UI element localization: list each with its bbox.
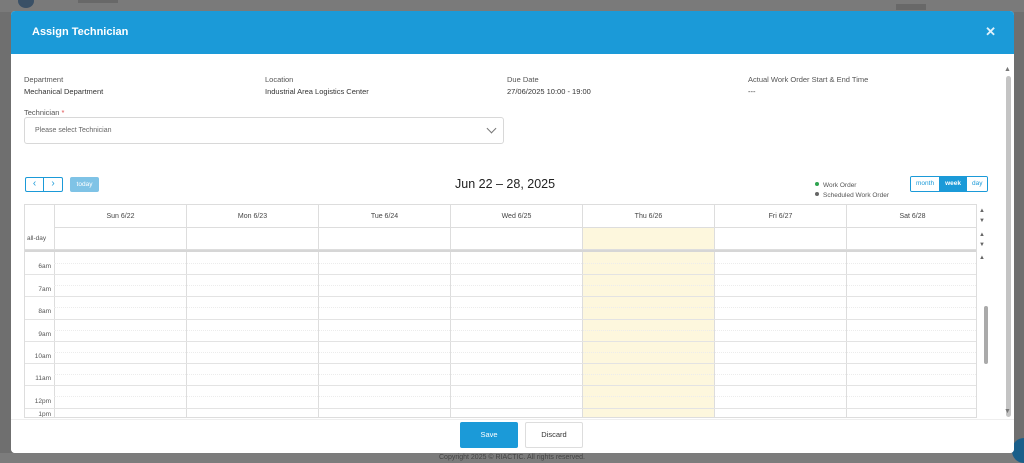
hour-label: 7am bbox=[38, 286, 51, 293]
info-label: Due Date bbox=[507, 75, 539, 84]
half-hour-line bbox=[54, 285, 976, 286]
modal-header: Assign Technician ✕ bbox=[11, 11, 1014, 54]
half-hour-line bbox=[54, 396, 976, 397]
half-hour-line bbox=[54, 330, 976, 331]
hour-label: 9am bbox=[38, 331, 51, 338]
chevron-left-icon[interactable]: ‹ bbox=[25, 177, 44, 192]
hour-line bbox=[25, 274, 976, 275]
all-day-divider bbox=[25, 250, 976, 252]
legend-label: Scheduled Work Order bbox=[823, 192, 889, 199]
background-logo bbox=[18, 0, 138, 10]
info-value: --- bbox=[748, 87, 756, 96]
scroll-down-icon[interactable]: ▼ bbox=[1004, 408, 1011, 415]
legend-item-work-order: Work Order bbox=[815, 181, 889, 191]
half-hour-line bbox=[54, 352, 976, 353]
week-calendar: Sun 6/22 Mon 6/23 Tue 6/24 Wed 6/25 Thu … bbox=[24, 204, 977, 418]
info-value: 27/06/2025 10:00 - 19:00 bbox=[507, 87, 591, 96]
legend-dot-icon bbox=[815, 182, 819, 187]
half-hour-line bbox=[54, 307, 976, 308]
info-actual-time: Actual Work Order Start & End Time --- bbox=[748, 75, 868, 96]
info-value: Mechanical Department bbox=[24, 87, 104, 96]
modal-title: Assign Technician bbox=[32, 26, 129, 38]
info-label: Location bbox=[265, 75, 294, 84]
technician-placeholder: Please select Technician bbox=[35, 127, 112, 134]
info-value: Industrial Area Logistics Center bbox=[265, 87, 369, 96]
view-day-button[interactable]: day bbox=[965, 177, 988, 191]
technician-label: Technician * bbox=[24, 108, 64, 117]
info-due-date: Due Date 27/06/2025 10:00 - 19:00 bbox=[507, 75, 591, 96]
hour-line bbox=[25, 319, 976, 320]
discard-button[interactable]: Discard bbox=[525, 422, 583, 448]
scroll-up-icon[interactable]: ▲ bbox=[1004, 66, 1011, 73]
required-mark: * bbox=[61, 108, 65, 117]
view-switcher: month week day bbox=[910, 176, 989, 192]
day-header: Mon 6/23 bbox=[187, 205, 318, 228]
info-department: Department Mechanical Department bbox=[24, 75, 103, 96]
hour-label: 8am bbox=[38, 308, 51, 315]
legend-dot-icon bbox=[815, 192, 819, 197]
hour-label: 1pm bbox=[38, 411, 51, 418]
hour-label: 12pm bbox=[34, 398, 51, 405]
all-day-row bbox=[25, 228, 976, 250]
day-header: Tue 6/24 bbox=[319, 205, 450, 228]
assign-technician-modal: Assign Technician ✕ Department Mechanica… bbox=[11, 11, 1014, 453]
background-footer: Copyright 2025 © RIACTIC. All rights res… bbox=[0, 453, 1024, 463]
today-button[interactable]: today bbox=[70, 177, 99, 192]
day-header: Sat 6/28 bbox=[847, 205, 976, 228]
hour-line bbox=[25, 408, 976, 409]
technician-select[interactable]: Please select Technician bbox=[24, 117, 504, 144]
day-header: Wed 6/25 bbox=[451, 205, 582, 228]
technician-label-text: Technician bbox=[24, 108, 60, 117]
header-scroll-arrows[interactable]: ▲ ▼ bbox=[979, 206, 985, 226]
day-header: Fri 6/27 bbox=[715, 205, 846, 228]
calendar-title: Jun 22 – 28, 2025 bbox=[455, 177, 556, 191]
hour-label: 11am bbox=[35, 375, 51, 382]
scroll-up-arrow-icon[interactable]: ▲ bbox=[979, 253, 985, 263]
hour-line bbox=[25, 385, 976, 386]
hour-line bbox=[25, 296, 976, 297]
hour-line bbox=[25, 341, 976, 342]
half-hour-line bbox=[54, 374, 976, 375]
chevron-right-icon[interactable]: › bbox=[44, 177, 63, 192]
info-label: Actual Work Order Start & End Time bbox=[748, 75, 869, 84]
background-user-menu bbox=[896, 4, 926, 10]
calendar-scrollbar-thumb[interactable] bbox=[984, 306, 988, 364]
hour-label: 10am bbox=[34, 353, 51, 360]
view-month-button[interactable]: month bbox=[911, 177, 940, 191]
legend-item-scheduled-work-order: Scheduled Work Order bbox=[815, 191, 889, 201]
all-day-label: all-day bbox=[27, 235, 47, 242]
legend-label: Work Order bbox=[823, 182, 857, 189]
close-icon[interactable]: ✕ bbox=[985, 24, 996, 40]
chevron-down-icon bbox=[486, 123, 497, 134]
day-header: Sun 6/22 bbox=[55, 205, 186, 228]
hour-label: 6am bbox=[38, 263, 51, 270]
modal-footer: Save Discard bbox=[11, 419, 1014, 453]
save-button[interactable]: Save bbox=[460, 422, 518, 448]
modal-scrollbar-thumb[interactable] bbox=[1006, 76, 1011, 417]
half-hour-line bbox=[54, 263, 976, 264]
calendar-legend: Work Order Scheduled Work Order bbox=[815, 181, 889, 201]
view-week-button[interactable]: week bbox=[939, 177, 966, 191]
hour-line bbox=[25, 363, 976, 364]
info-label: Department bbox=[24, 75, 64, 84]
day-header: Thu 6/26 bbox=[583, 205, 714, 228]
allday-scroll-arrows[interactable]: ▲ ▼ bbox=[979, 230, 985, 250]
info-location: Location Industrial Area Logistics Cente… bbox=[265, 75, 369, 96]
